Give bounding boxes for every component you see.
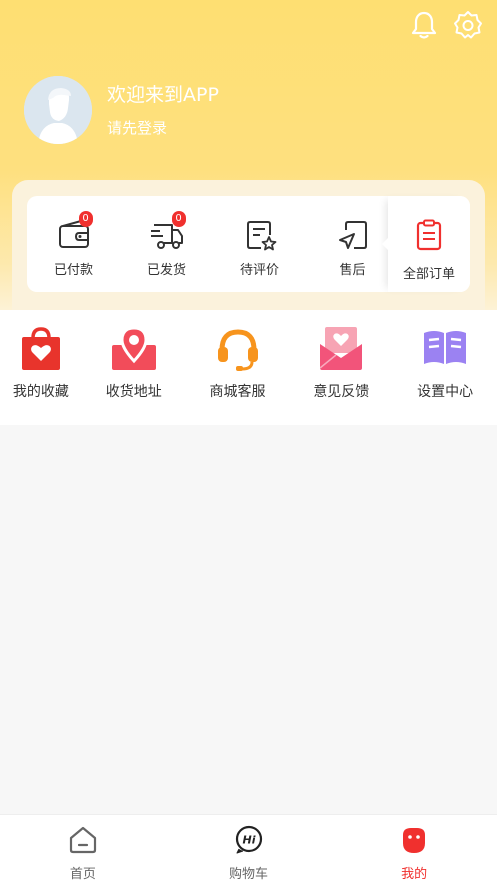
truck-icon: 0 [150,211,186,252]
svg-text:Hi: Hi [242,834,255,847]
service-settings-label: 设置中心 [417,384,474,400]
header-actions [409,10,483,40]
tab-home[interactable]: 首页 [0,815,166,883]
favorites-bag-icon [17,324,65,372]
hi-chat-icon: Hi [234,825,264,855]
feedback-mail-icon [317,324,365,372]
service-support[interactable]: 商城客服 [186,310,290,425]
review-icon [243,218,277,252]
login-prompt[interactable]: 请先登录 [107,117,219,138]
all-orders-label: 全部订单 [402,267,455,282]
order-status-list: 0 已付款 0 已发货 待评价 售后 [27,196,390,292]
location-icon [110,324,158,372]
user-profile[interactable]: 欢迎来到APP 请先登录 [24,76,219,144]
service-favorites[interactable]: 我的收藏 [0,310,82,425]
service-address-label: 收货地址 [105,384,162,400]
bottom-tabbar: 首页 Hi 购物车 我的 [0,814,497,883]
service-favorites-label: 我的收藏 [12,384,69,400]
order-to-review-label: 待评价 [239,263,279,278]
service-settings[interactable]: 设置中心 [393,310,497,425]
paid-badge: 0 [78,211,93,227]
avatar[interactable] [24,76,92,144]
order-paid[interactable]: 0 已付款 [27,196,120,292]
welcome-text: 欢迎来到APP [107,84,219,106]
order-shipped[interactable]: 0 已发货 [120,196,213,292]
wallet-icon: 0 [57,211,93,252]
tab-mine-label: 我的 [401,867,428,882]
tab-cart-label: 购物车 [229,867,269,882]
tab-home-label: 首页 [69,867,96,882]
order-after-sale-label: 售后 [339,263,366,278]
tab-cart[interactable]: Hi 购物车 [166,815,332,883]
order-paid-label: 已付款 [53,263,93,278]
order-shipped-label: 已发货 [146,263,186,278]
bell-icon[interactable] [409,10,439,40]
service-feedback-label: 意见反馈 [313,384,370,400]
service-feedback[interactable]: 意见反馈 [289,310,393,425]
tab-mine[interactable]: 我的 [331,815,497,883]
service-support-label: 商城客服 [209,384,266,400]
gear-icon[interactable] [453,10,483,40]
face-icon [399,825,429,855]
service-grid: 我的收藏 收货地址 商城客服 意见反馈 设置中心 [0,310,497,425]
book-icon [421,324,469,372]
after-sale-icon [336,218,370,252]
service-address[interactable]: 收货地址 [82,310,186,425]
headset-icon [214,324,262,372]
home-icon [68,825,98,855]
shipped-badge: 0 [171,211,186,227]
all-orders-button[interactable]: 全部订单 [382,196,470,292]
order-to-review[interactable]: 待评价 [213,196,306,292]
clipboard-icon [412,218,446,256]
